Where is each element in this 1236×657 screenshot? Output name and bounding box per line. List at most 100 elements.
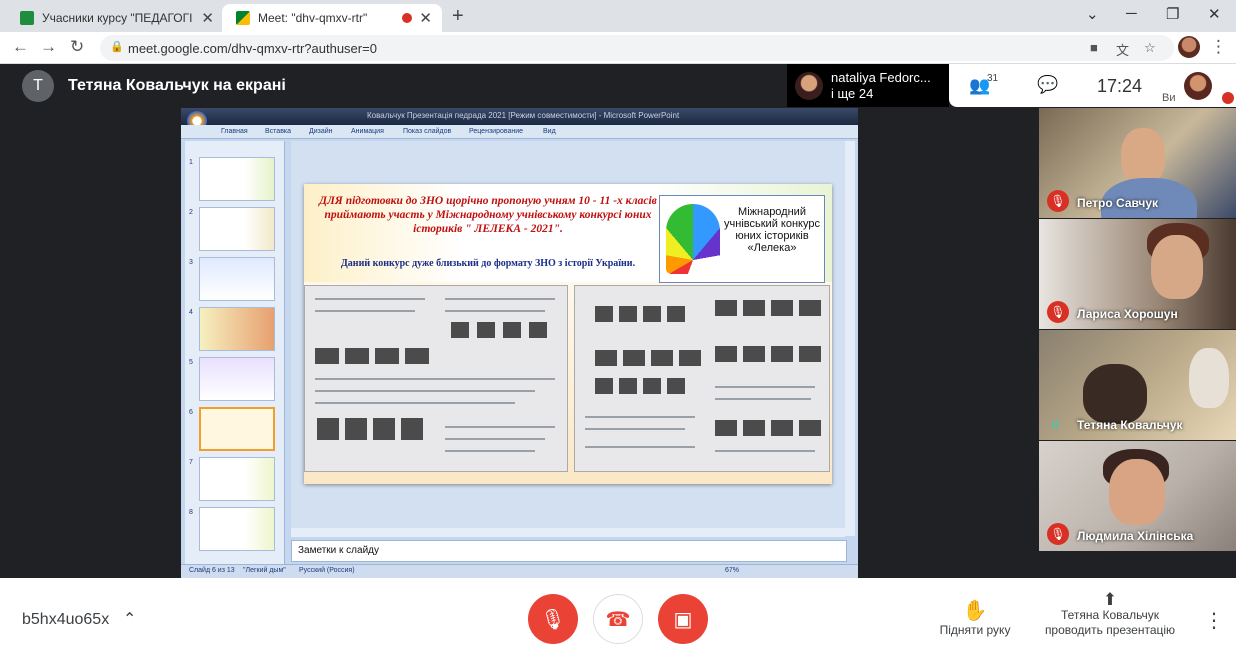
thumb-number: 3: [189, 259, 193, 266]
ribbon-tab[interactable]: Анимация: [351, 128, 384, 135]
text-line: [315, 390, 535, 392]
slide-thumbnail[interactable]: [199, 207, 275, 251]
chat-icon[interactable]: 💬: [1037, 75, 1058, 95]
leave-call-button[interactable]: ☎: [593, 594, 643, 644]
participant-name: Людмила Хілінська: [1077, 529, 1194, 543]
thumb-number: 1: [189, 159, 193, 166]
worksheet-right: [574, 285, 830, 472]
translate-icon[interactable]: 文: [1116, 40, 1129, 59]
text-line: [315, 402, 515, 404]
slide-thumbnail[interactable]: [199, 307, 275, 351]
mic-off-icon: 🎙: [1047, 523, 1069, 545]
thumb-number: 4: [189, 309, 193, 316]
ppt-ribbon: Главная Вставка Дизайн Анимация Показ сл…: [181, 125, 858, 139]
portrait-photo: [643, 378, 661, 394]
photo: [623, 350, 645, 366]
text-line: [445, 450, 535, 452]
tab-meet[interactable]: Meet: "dhv-qmxv-rtr" ✕: [222, 4, 442, 32]
participant-tile[interactable]: 🎙 Петро Савчук: [1039, 108, 1236, 218]
more-options-icon[interactable]: ⋮: [1204, 608, 1224, 633]
forward-icon[interactable]: →: [40, 37, 57, 57]
ribbon-tab[interactable]: Рецензирование: [469, 128, 523, 135]
tab-classroom[interactable]: Учасники курсу "ПЕДАГОГІЧНА ✕: [6, 4, 224, 32]
participant-tile[interactable]: 🎙 Людмила Хілінська: [1039, 441, 1236, 551]
mic-off-icon: 🎙: [1047, 190, 1069, 212]
slide-thumbnail[interactable]: [199, 157, 275, 201]
thumb-number: 5: [189, 359, 193, 366]
slide-notes-field[interactable]: Заметки к слайду: [291, 540, 847, 562]
rainbow-stork-logo-icon: [666, 204, 720, 274]
raise-hand-button[interactable]: ✋ Підняти руку: [935, 598, 1015, 637]
reload-icon[interactable]: ↻: [70, 37, 84, 57]
slide: ДЛЯ підготовки до ЗНО щорічно пропоную у…: [304, 184, 832, 484]
status-slide: Слайд 6 из 13: [189, 567, 235, 574]
photo: [405, 348, 429, 364]
slide-thumbnail-selected[interactable]: [199, 407, 275, 451]
slide-thumbnail[interactable]: [199, 257, 275, 301]
viewer-chip[interactable]: nataliya Fedorc... і ще 24: [787, 64, 949, 107]
close-tab-icon[interactable]: ✕: [201, 9, 214, 27]
hang-up-icon: ☎: [605, 608, 631, 631]
portrait-photo: [345, 418, 367, 440]
horizontal-scrollbar[interactable]: [291, 528, 845, 537]
participant-tile[interactable]: 🎙 Лариса Хорошун: [1039, 219, 1236, 329]
address-bar[interactable]: 🔒 meet.google.com/dhv-qmxv-rtr?authuser=…: [100, 35, 1174, 61]
lelека-logo: Міжнародний учнівський конкурс юних істо…: [659, 195, 825, 283]
thumb-number: 7: [189, 459, 193, 466]
mic-off-icon: [1222, 92, 1234, 104]
notes-placeholder: Заметки к слайду: [298, 545, 379, 556]
participant-name: Петро Савчук: [1077, 196, 1159, 210]
meet-icon: [236, 11, 250, 25]
ribbon-tab[interactable]: Главная: [221, 128, 248, 135]
avatar: [795, 72, 823, 100]
photo: [743, 346, 765, 362]
mic-toggle-button[interactable]: 🎙: [528, 594, 578, 644]
restore-button[interactable]: ❐: [1166, 5, 1179, 23]
menu-kebab-icon[interactable]: ⋮: [1210, 37, 1227, 57]
present-button[interactable]: ⬆ Тетяна Ковальчук проводить презентацію: [1038, 591, 1182, 638]
thumb-number: 6: [189, 409, 193, 416]
minimize-button[interactable]: ─: [1126, 5, 1137, 22]
chevron-up-icon[interactable]: ⌃: [123, 609, 136, 629]
photo: [345, 348, 369, 364]
lock-icon: 🔒: [110, 41, 124, 53]
viewer-more: і ще 24: [831, 86, 874, 101]
close-tab-icon[interactable]: ✕: [419, 9, 432, 27]
camera-off-icon: ▣: [673, 608, 693, 631]
text-line: [585, 416, 695, 418]
text-line: [315, 310, 415, 312]
profile-avatar[interactable]: [1178, 36, 1200, 58]
text-line: [445, 310, 545, 312]
shared-screen: Ковальчук Презентація педрада 2021 [Режи…: [181, 108, 858, 578]
participant-video: [1109, 459, 1165, 525]
ribbon-tab[interactable]: Показ слайдов: [403, 128, 451, 135]
participant-tile[interactable]: ıl Тетяна Ковальчук: [1039, 330, 1236, 440]
ribbon-tab[interactable]: Вид: [543, 128, 556, 135]
tab-search-icon[interactable]: ⌄: [1086, 5, 1099, 23]
photo: [315, 348, 339, 364]
portrait-photo: [643, 306, 661, 322]
browser-tabbar: Учасники курсу "ПЕДАГОГІЧНА ✕ Meet: "dhv…: [0, 0, 1236, 32]
window-close-button[interactable]: ✕: [1208, 5, 1221, 23]
worksheet-images: [304, 285, 832, 474]
camera-toggle-button[interactable]: ▣: [658, 594, 708, 644]
camera-icon[interactable]: ■: [1090, 40, 1098, 55]
bookmark-star-icon[interactable]: ☆: [1144, 40, 1156, 56]
meeting-code: b5hx4uo65x: [22, 611, 110, 628]
photo: [771, 346, 793, 362]
portrait-photo: [477, 322, 495, 338]
slide-thumbnail[interactable]: [199, 457, 275, 501]
slide-headline: ДЛЯ підготовки до ЗНО щорічно пропоную у…: [319, 195, 657, 235]
ribbon-tab[interactable]: Вставка: [265, 128, 291, 135]
slide-thumbnail[interactable]: [199, 507, 275, 551]
back-icon[interactable]: ←: [12, 37, 29, 57]
self-label: Ви: [1162, 92, 1176, 104]
worksheet-left: [304, 285, 568, 472]
ribbon-tab[interactable]: Дизайн: [309, 128, 333, 135]
new-tab-button[interactable]: +: [452, 5, 464, 28]
recording-dot-icon: [402, 13, 412, 23]
text-line: [445, 426, 555, 428]
mic-off-icon: 🎙: [540, 608, 566, 631]
vertical-scrollbar[interactable]: [845, 141, 855, 536]
slide-thumbnail[interactable]: [199, 357, 275, 401]
